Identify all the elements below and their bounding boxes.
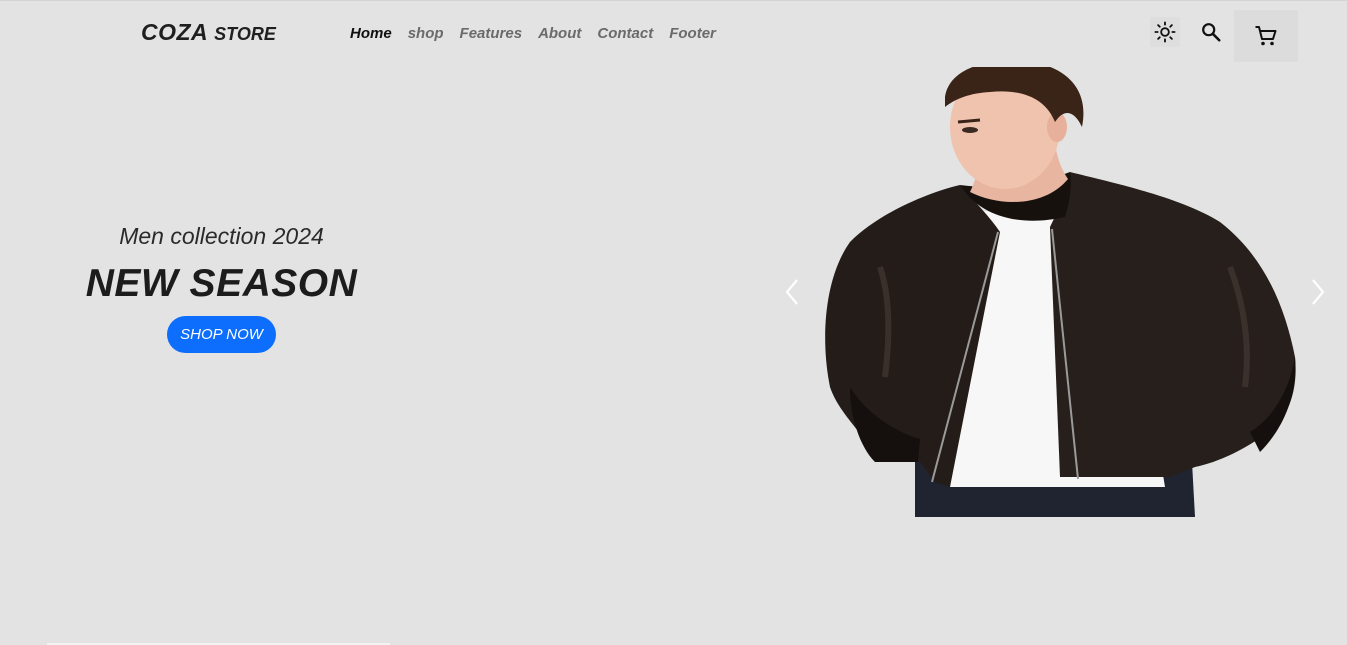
shop-now-button[interactable]: SHOP NOW (167, 316, 276, 353)
hero-text: Men collection 2024 NEW SEASON SHOP NOW (0, 223, 443, 353)
cart-button[interactable] (1234, 10, 1298, 62)
hero-subtitle: Men collection 2024 (119, 223, 324, 249)
carousel-next-button[interactable] (1308, 277, 1328, 307)
main-nav: Home shop Features About Contact Footer (350, 25, 716, 42)
hero-title: NEW SEASON (85, 262, 358, 305)
chevron-left-icon (785, 279, 798, 305)
search-button[interactable] (1198, 17, 1224, 47)
nav-shop[interactable]: shop (408, 25, 444, 42)
nav-home[interactable]: Home (350, 25, 392, 42)
page: COZA STORE Home shop Features About Conta… (0, 0, 1347, 645)
theme-toggle-button[interactable] (1150, 17, 1180, 47)
sun-icon (1154, 21, 1176, 43)
nav-footer[interactable]: Footer (669, 25, 716, 42)
chevron-right-icon (1312, 279, 1325, 305)
nav-contact[interactable]: Contact (597, 25, 653, 42)
carousel-prev-button[interactable] (782, 277, 802, 307)
nav-about[interactable]: About (538, 25, 581, 42)
cart-icon (1255, 26, 1277, 46)
search-icon (1202, 23, 1221, 42)
logo-sub: STORE (214, 24, 276, 44)
logo-brand: COZA (141, 19, 209, 45)
hero-model-image (825, 67, 1296, 517)
nav-features[interactable]: Features (460, 25, 523, 42)
site-logo[interactable]: COZA STORE (141, 19, 276, 46)
